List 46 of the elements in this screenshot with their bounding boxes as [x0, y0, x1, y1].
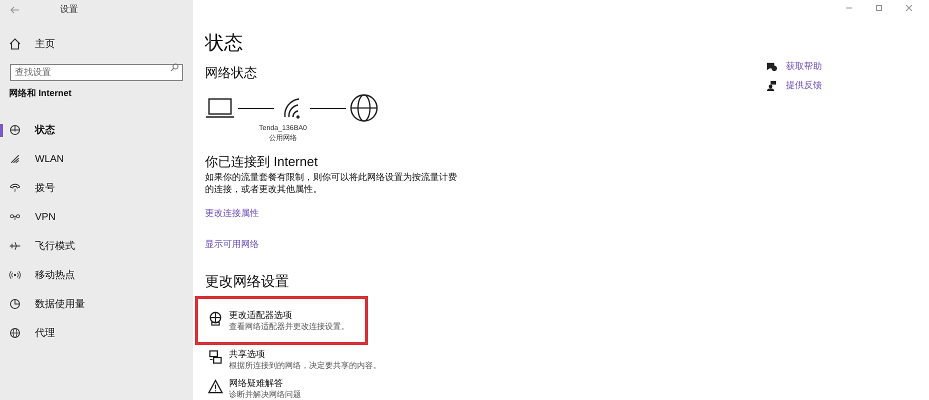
nav-item[interactable]: VPN: [0, 202, 193, 232]
option-title[interactable]: 更改适配器选项: [229, 308, 349, 320]
nav-item[interactable]: 飞行模式: [0, 232, 193, 260]
help-chat-icon: [766, 61, 777, 72]
help-link[interactable]: 提供反馈: [786, 78, 822, 92]
nav-item[interactable]: 代理: [0, 318, 193, 348]
search-icon: [170, 63, 179, 72]
nav-item[interactable]: 拨号: [0, 174, 193, 202]
page-title: 状态: [205, 32, 243, 56]
network-adapter-icon: [208, 310, 223, 326]
option-description: 查看网络适配器并更改连接设置。: [229, 320, 349, 332]
airplane-icon: [9, 240, 21, 252]
globe-icon: [349, 92, 379, 122]
feedback-icon: [766, 80, 777, 91]
link[interactable]: 更改连接属性: [205, 206, 259, 220]
laptop-icon: [205, 96, 235, 118]
devices-icon: [208, 350, 223, 364]
home-link[interactable]: 主页: [35, 36, 55, 52]
section-title: 更改网络设置: [205, 272, 289, 290]
globe-icon: [9, 124, 21, 136]
hotspot-icon: [9, 269, 21, 281]
phone-icon: [9, 182, 21, 194]
back-icon[interactable]: [10, 6, 20, 14]
pie-chart-icon: [9, 298, 21, 310]
option-title[interactable]: 网络疑难解答: [229, 376, 301, 388]
help-link[interactable]: 获取帮助: [786, 60, 822, 74]
window-title: 设置: [60, 3, 78, 16]
option-description: 诊断并解决网络问题: [229, 388, 301, 400]
link[interactable]: 显示可用网络: [205, 238, 259, 252]
home-icon: [9, 38, 21, 50]
section-heading: 网络和 Internet: [8, 87, 73, 100]
nav-item[interactable]: WLAN: [0, 144, 193, 174]
option-title[interactable]: 共享选项: [229, 348, 381, 360]
status-heading: 你已连接到 Internet: [205, 152, 319, 170]
warning-icon: [208, 378, 223, 394]
nav-item[interactable]: 状态: [0, 116, 193, 144]
nav-item[interactable]: 数据使用量: [0, 290, 193, 318]
status-description: 如果你的流量套餐有限制，则你可以将此网络设置为按流量计费的连接，或者更改其他属性。: [205, 170, 458, 194]
signal-icon: [9, 153, 21, 165]
maximize-icon[interactable]: [875, 4, 883, 12]
section-title: 网络状态: [205, 64, 257, 82]
nav-item[interactable]: 移动热点: [0, 260, 193, 290]
close-icon[interactable]: [905, 4, 913, 12]
option-description: 根据所连接到的网络，决定要共享的内容。: [229, 360, 381, 370]
search-field[interactable]: 查找设置: [10, 64, 183, 80]
globe-icon: [9, 327, 21, 339]
